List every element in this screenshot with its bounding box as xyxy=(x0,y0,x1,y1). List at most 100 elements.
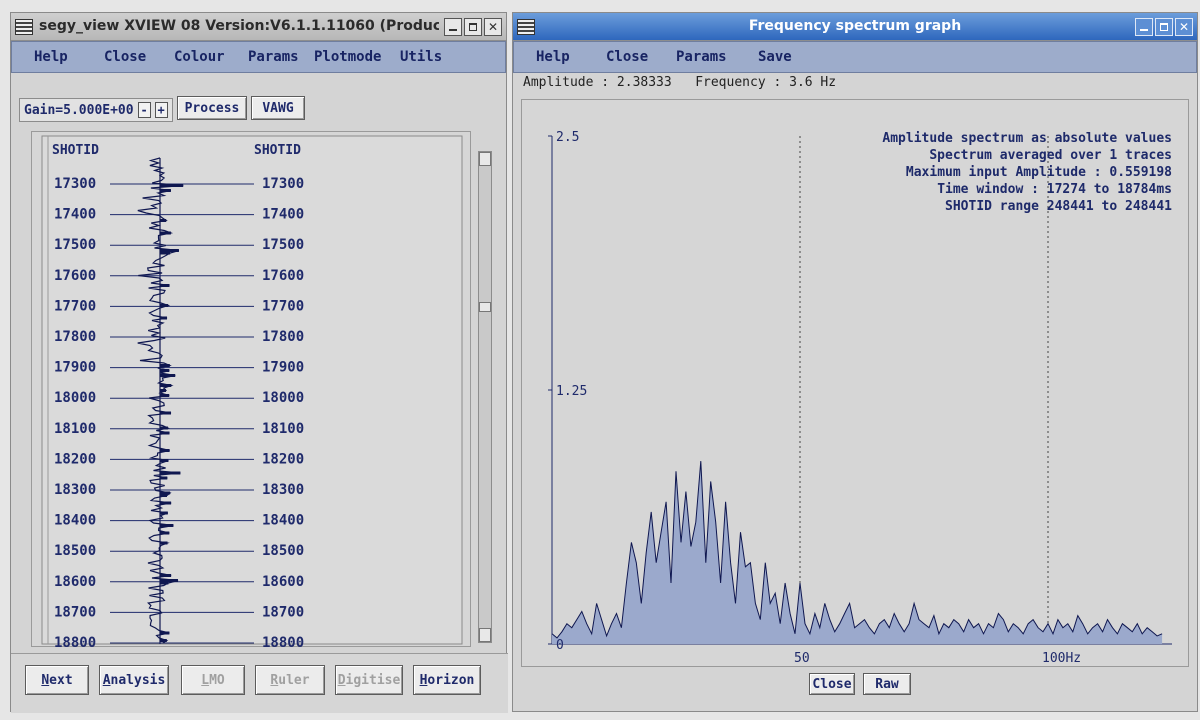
lmo-label: MO xyxy=(209,672,225,688)
horizon-label: orizon xyxy=(427,672,475,688)
menu-plotmode[interactable]: Plotmode xyxy=(314,49,381,65)
x-tick-label: 50 xyxy=(794,651,810,666)
scroll-thumb[interactable] xyxy=(479,302,491,312)
shotid-label-left: 17300 xyxy=(54,176,96,192)
left-titlebar[interactable]: segy_view XVIEW 08 Version:V6.1.1.11060 … xyxy=(11,13,506,41)
trace-positive-fill xyxy=(160,631,170,635)
scroll-down-arrow[interactable] xyxy=(479,628,491,642)
trace-positive-fill xyxy=(160,304,169,307)
gain-increase-button[interactable]: + xyxy=(154,102,168,118)
next-label: ext xyxy=(49,672,73,688)
window-menu-icon[interactable] xyxy=(15,19,33,35)
spectrum-plot-area[interactable]: 0 1.25 2.5 50 100Hz Amplitude spectrum as a… xyxy=(521,99,1189,667)
horizon-button[interactable]: Horizon xyxy=(413,665,481,695)
ruler-mnemonic: R xyxy=(270,672,279,688)
next-button[interactable]: Next xyxy=(25,665,89,695)
vawg-button[interactable]: VAWG xyxy=(251,96,305,120)
menu-help[interactable]: Help xyxy=(536,49,570,65)
right-titlebar[interactable]: Frequency spectrum graph ✕ xyxy=(513,13,1197,41)
shotid-label-right: 17800 xyxy=(262,329,304,345)
minimize-icon xyxy=(449,29,457,31)
trace-positive-fill xyxy=(160,384,172,387)
shotid-label-left: 18800 xyxy=(54,635,96,648)
maximize-icon xyxy=(1160,23,1168,31)
x-tick-label: 100Hz xyxy=(1042,651,1081,666)
shotid-label-left: 17500 xyxy=(54,237,96,253)
trace-border xyxy=(41,135,463,645)
trace-positive-fill xyxy=(160,364,170,367)
trace-positive-fill xyxy=(160,426,168,430)
left-menubar: Help Close Colour Params Plotmode Utils xyxy=(11,41,506,73)
lmo-button[interactable]: L MO xyxy=(181,665,245,695)
vertical-scrollbar[interactable] xyxy=(478,151,492,643)
close-icon: ✕ xyxy=(487,20,499,34)
digitise-mnemonic: D xyxy=(337,672,346,688)
maximize-button[interactable] xyxy=(464,18,482,36)
menu-save[interactable]: Save xyxy=(758,49,792,65)
raw-button[interactable]: Raw xyxy=(863,673,911,695)
annotation-line: SHOTID range 248441 to 248441 xyxy=(945,199,1172,214)
shotid-label-right: 18200 xyxy=(262,451,304,467)
scroll-up-arrow[interactable] xyxy=(479,152,491,166)
process-button[interactable]: Process xyxy=(177,96,247,120)
right-menubar: Help Close Params Save xyxy=(513,41,1197,73)
analysis-button[interactable]: Analysis xyxy=(99,665,169,695)
lmo-mnemonic: L xyxy=(201,672,210,688)
trace-positive-fill xyxy=(160,511,168,515)
shotid-label-right: 18800 xyxy=(262,635,304,648)
trace-positive-fill xyxy=(160,184,184,187)
gain-decrease-button[interactable]: - xyxy=(137,102,151,118)
left-window-title: segy_view XVIEW 08 Version:V6.1.1.11060 … xyxy=(39,18,439,34)
menu-params[interactable]: Params xyxy=(248,49,299,65)
gain-control: Gain=5.000E+00 - + xyxy=(19,98,173,122)
trace-positive-fill xyxy=(160,574,172,577)
shotid-label-right: 18500 xyxy=(262,543,304,559)
trace-positive-fill xyxy=(160,411,171,415)
trace-positive-fill xyxy=(160,494,167,497)
close-window-button[interactable]: ✕ xyxy=(1175,18,1193,36)
ruler-label: uler xyxy=(278,672,310,688)
shotid-label-left: 18300 xyxy=(54,482,96,498)
shotid-label-left: 17900 xyxy=(54,360,96,376)
maximize-button[interactable] xyxy=(1155,18,1173,36)
y-tick-label: 2.5 xyxy=(556,130,579,145)
menu-params[interactable]: Params xyxy=(676,49,727,65)
menu-close[interactable]: Close xyxy=(606,49,648,65)
annotation-line: Spectrum averaged over 1 traces xyxy=(929,148,1172,163)
trace-positive-fill xyxy=(160,501,172,505)
shotid-label-left: 18400 xyxy=(54,513,96,529)
shotid-label-left: 18000 xyxy=(54,390,96,406)
y-tick-label: 1.25 xyxy=(556,384,587,399)
close-window-button[interactable]: ✕ xyxy=(484,18,502,36)
right-window-title: Frequency spectrum graph xyxy=(748,18,962,34)
minimize-button[interactable] xyxy=(444,18,462,36)
menu-colour[interactable]: Colour xyxy=(174,49,225,65)
shotid-label-left: 17600 xyxy=(54,268,96,284)
shotid-label-right: 17700 xyxy=(262,298,304,314)
menu-help[interactable]: Help xyxy=(34,49,68,65)
shotid-label-left: 18500 xyxy=(54,543,96,559)
spectrum-close-button[interactable]: Close xyxy=(809,673,855,695)
minimize-button[interactable] xyxy=(1135,18,1153,36)
gain-value: Gain=5.000E+00 xyxy=(24,102,134,118)
shotid-label-right: 18600 xyxy=(262,574,304,590)
digitise-button[interactable]: Digitise xyxy=(335,665,403,695)
ruler-button[interactable]: Ruler xyxy=(255,665,325,695)
gain-toolbar: Gain=5.000E+00 - + xyxy=(19,97,173,123)
shotid-label-right: 18700 xyxy=(262,604,304,620)
menu-close[interactable]: Close xyxy=(104,49,146,65)
trace-positive-fill xyxy=(160,316,167,320)
seismic-trace-view[interactable]: SHOTID SHOTID 17300 17300 17400 17400 17500 1… xyxy=(31,131,471,648)
trace-positive-fill xyxy=(160,471,181,475)
trace-positive-fill xyxy=(160,231,171,235)
trace-positive-fill xyxy=(160,476,168,480)
trace-positive-fill xyxy=(160,581,169,585)
shotid-label-right: 18300 xyxy=(262,482,304,498)
minimize-icon xyxy=(1140,29,1148,31)
segy-view-window: segy_view XVIEW 08 Version:V6.1.1.11060 … xyxy=(10,12,508,713)
trace-positive-fill xyxy=(160,219,167,222)
menu-utils[interactable]: Utils xyxy=(400,49,442,65)
shotid-label-left: 18100 xyxy=(54,421,96,437)
analysis-mnemonic: A xyxy=(102,672,111,688)
analysis-label: nalysis xyxy=(110,672,166,688)
